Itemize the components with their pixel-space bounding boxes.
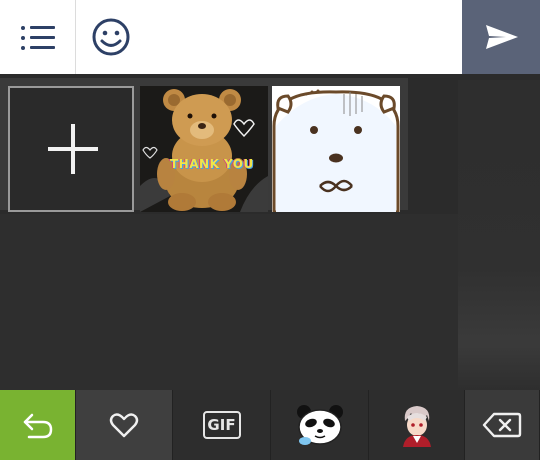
add-sticker-button[interactable] — [8, 86, 134, 212]
menu-button[interactable] — [0, 0, 76, 74]
panda-icon — [296, 405, 343, 445]
polar-bear-image — [272, 86, 400, 212]
polar-bear-sticker[interactable] — [272, 86, 400, 212]
gif-label: GIF — [202, 411, 241, 439]
send-button[interactable] — [462, 0, 540, 74]
back-arrow-icon — [23, 413, 52, 439]
teddy-bear-image — [140, 86, 268, 212]
emoji-button[interactable] — [76, 0, 146, 74]
faded-background-image — [458, 80, 540, 390]
send-icon — [486, 25, 518, 49]
anime-character-icon — [402, 406, 431, 447]
favorites-tab[interactable] — [76, 390, 173, 460]
sticker-keyboard: THANK YOU GIF — [0, 0, 540, 460]
teddy-bear-sticker[interactable]: THANK YOU — [140, 86, 268, 212]
compose-bar — [0, 0, 540, 74]
smiley-icon — [92, 18, 130, 56]
sticker-tab-bar: GIF — [0, 390, 540, 460]
delete-tab[interactable] — [465, 390, 540, 460]
panda-sticker-tab[interactable] — [271, 390, 369, 460]
heart-icon — [109, 413, 139, 438]
sticker-row: THANK YOU — [0, 78, 408, 212]
back-tab[interactable] — [0, 390, 76, 460]
gif-tab[interactable]: GIF — [173, 390, 271, 460]
sticker-caption: THANK YOU — [170, 157, 254, 171]
anime-sticker-tab[interactable] — [369, 390, 465, 460]
backspace-icon — [482, 412, 522, 438]
